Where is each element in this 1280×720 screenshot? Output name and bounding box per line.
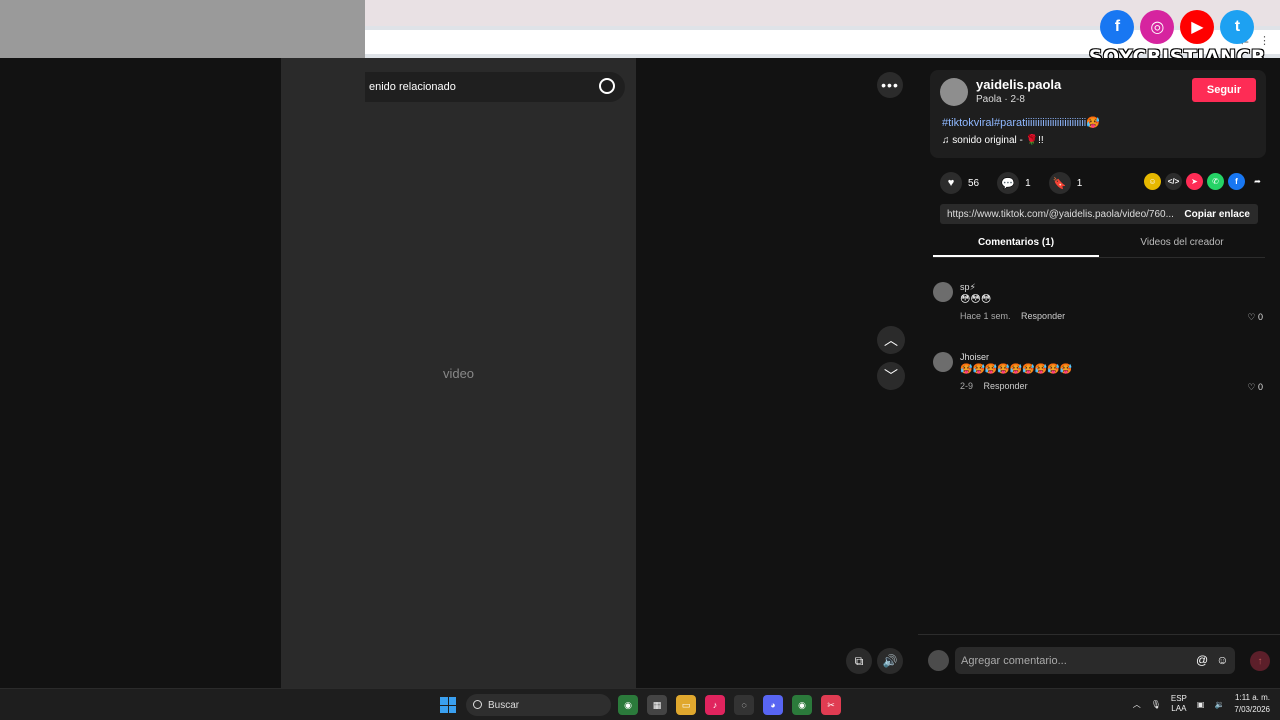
heart-icon[interactable]: ♥ <box>940 172 962 194</box>
comment-stat[interactable]: 💬 1 <box>997 172 1031 194</box>
copy-link-button[interactable]: Copiar enlace <box>1184 209 1250 220</box>
side-panel: yaidelis.paola Paola · 2-8 Seguir #tikto… <box>918 58 1280 688</box>
comment-like-button[interactable]: ♡ 0 <box>1247 312 1263 323</box>
chevron-up-icon[interactable]: ︿ <box>1133 699 1141 710</box>
tab-comments[interactable]: Comentarios (1) <box>933 234 1099 257</box>
hashtags[interactable]: #tiktokviral#paratiiiiiiiiiiiiiiiiiiiiii… <box>942 116 1100 129</box>
start-icon[interactable] <box>440 697 456 713</box>
facebook-icon: f <box>1100 10 1135 44</box>
subline: Paola · 2-8 <box>976 94 1025 105</box>
reply-button[interactable]: Responder <box>1021 311 1065 321</box>
like-stat[interactable]: ♥ 56 <box>940 172 979 194</box>
comment-meta: 2-9 Responder <box>960 381 1028 391</box>
volume-icon[interactable]: 🔉 <box>1214 700 1224 709</box>
video-frame[interactable]: video <box>281 58 636 688</box>
comment-item: sp⚡ 😳😳😳 Hace 1 sem. Responder ♡ 0 <box>933 282 1265 332</box>
store-icon[interactable]: ▦ <box>647 695 667 715</box>
lang-bottom: LAA <box>1171 704 1187 713</box>
reply-button[interactable]: Responder <box>984 381 1028 391</box>
volume-button[interactable]: 🔊 <box>877 648 903 674</box>
twitter-icon: t <box>1220 10 1255 44</box>
pip-button[interactable]: ⧉ <box>846 648 872 674</box>
taskbar-search[interactable]: Buscar <box>466 694 611 716</box>
youtube-icon: ▶ <box>1180 10 1215 44</box>
save-count: 1 <box>1076 177 1083 189</box>
related-search[interactable]: enido relacionado <box>365 72 625 102</box>
tiktok-icon[interactable]: ♪ <box>705 695 725 715</box>
app-icon[interactable]: ◌ <box>734 695 754 715</box>
emoji-icon[interactable]: ☺ <box>1216 653 1228 667</box>
panel-tabs: Comentarios (1) Videos del creador <box>933 234 1265 258</box>
avatar[interactable] <box>940 78 968 106</box>
link-box: https://www.tiktok.com/@yaidelis.paola/v… <box>940 204 1258 224</box>
save-stat[interactable]: 🔖 1 <box>1048 172 1083 194</box>
clock-date: 7/03/2026 <box>1234 705 1270 714</box>
lang-top: ESP <box>1170 694 1187 703</box>
search-icon <box>473 700 482 709</box>
follow-button[interactable]: Seguir <box>1192 78 1256 102</box>
video-area: video enido relacionado ••• ︿ ﹀ ⧉ 🔊 <box>0 58 918 688</box>
comment-input-icons: @ ☺ <box>1196 653 1228 667</box>
instagram-icon: ◎ <box>1140 10 1175 44</box>
like-count: 56 <box>968 177 980 189</box>
friends-icon[interactable]: ☺ <box>1144 173 1161 190</box>
language-indicator[interactable]: ESP LAA <box>1171 694 1187 714</box>
comment-item: Jhoiser 🥵🥵🥵🥵🥵🥵🥵🥵🥵 2-9 Responder ♡ 0 <box>933 352 1265 402</box>
share-icons: ☺ </> ➤ ✆ f ➦ <box>1144 173 1266 190</box>
comment-count: 1 <box>1025 177 1031 189</box>
stats-row: ♥ 56 💬 1 🔖 1 <box>940 172 1082 194</box>
chrome-icon[interactable]: ◉ <box>618 695 638 715</box>
more-options-button[interactable]: ••• <box>877 72 903 98</box>
clock-time: 1:11 a. m. <box>1235 693 1270 702</box>
taskbar-apps: ◉ ▦ ▭ ♪ ◌ ◕ ◉ ✂ <box>618 695 841 715</box>
previous-video-button[interactable]: ︿ <box>877 326 905 354</box>
bookmark-icon[interactable]: 🔖 <box>1048 172 1071 194</box>
comment-text: 🥵🥵🥵🥵🥵🥵🥵🥵🥵 <box>960 364 1073 375</box>
mention-icon[interactable]: @ <box>1196 653 1208 667</box>
search-icon[interactable] <box>599 78 615 94</box>
sound-link[interactable]: ♫ sonido original - 🌹!! <box>942 135 1044 146</box>
capcut-icon[interactable]: ✂ <box>821 695 841 715</box>
comment-bar: @ ☺ ↑ <box>918 634 1280 688</box>
description-card: yaidelis.paola Paola · 2-8 Seguir #tikto… <box>930 70 1266 158</box>
clock[interactable]: 1:11 a. m. 7/03/2026 <box>1234 692 1270 716</box>
share-arrow-icon[interactable]: ➦ <box>1249 173 1266 190</box>
folder-icon[interactable]: ▭ <box>676 695 696 715</box>
username[interactable]: yaidelis.paola <box>976 77 1061 92</box>
comment-like-button[interactable]: ♡ 0 <box>1247 382 1263 393</box>
comment-user[interactable]: Jhoiser <box>960 352 989 362</box>
comment-meta: Hace 1 sem. Responder <box>960 311 1065 321</box>
taskbar-search-label: Buscar <box>488 699 520 711</box>
comment-avatar[interactable] <box>933 282 953 302</box>
microphone-icon[interactable]: 🎙 <box>1151 700 1161 709</box>
user-avatar[interactable] <box>928 650 949 671</box>
comment-time: Hace 1 sem. <box>960 311 1011 321</box>
taskbar: Buscar ◉ ▦ ▭ ♪ ◌ ◕ ◉ ✂ ︿ 🎙 ESP LAA ▣ 🔉 1… <box>0 688 1280 720</box>
chrome-icon[interactable]: ◉ <box>792 695 812 715</box>
comment-input[interactable] <box>955 647 1235 674</box>
related-search-text: enido relacionado <box>369 81 456 93</box>
comment-user[interactable]: sp⚡ <box>960 282 976 293</box>
next-video-button[interactable]: ﹀ <box>877 362 905 390</box>
discord-icon[interactable]: ◕ <box>763 695 783 715</box>
comment-avatar[interactable] <box>933 352 953 372</box>
facebook-share-icon[interactable]: f <box>1228 173 1245 190</box>
whatsapp-icon[interactable]: ✆ <box>1207 173 1224 190</box>
comment-text: 😳😳😳 <box>960 294 992 305</box>
embed-icon[interactable]: </> <box>1165 173 1182 190</box>
send-comment-button[interactable]: ↑ <box>1250 651 1270 671</box>
send-icon[interactable]: ➤ <box>1186 173 1203 190</box>
comment-time: 2-9 <box>960 381 974 391</box>
video-link: https://www.tiktok.com/@yaidelis.paola/v… <box>947 208 1174 220</box>
comment-icon[interactable]: 💬 <box>997 172 1020 194</box>
network-icon[interactable]: ▣ <box>1197 700 1205 709</box>
social-icons: f ◎ ▶ t <box>1100 10 1255 44</box>
system-tray: ︿ 🎙 ESP LAA ▣ 🔉 1:11 a. m. 7/03/2026 <box>1133 692 1270 716</box>
tab-creator-videos[interactable]: Videos del creador <box>1099 234 1265 257</box>
